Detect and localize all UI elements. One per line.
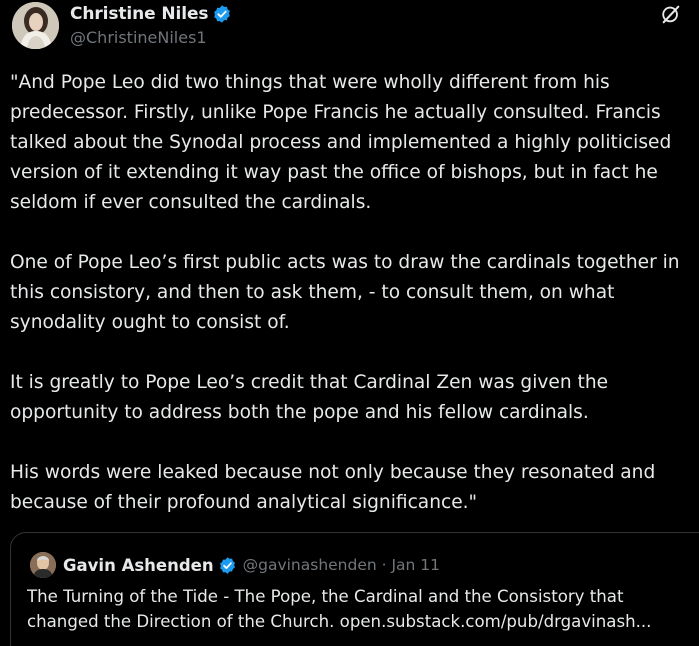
quoted-header: Gavin Ashenden @gavinashenden · Jan 11	[63, 552, 440, 578]
quoted-avatar[interactable]	[30, 552, 56, 578]
quoted-text-line-2: changed the Direction of the Church. ope…	[27, 612, 652, 631]
quoted-text-line-1: The Turning of the Tide - The Pope, the …	[27, 587, 624, 606]
quoted-tweet-card[interactable]: Gavin Ashenden @gavinashenden · Jan 11 T…	[10, 532, 699, 646]
avatar[interactable]	[12, 2, 59, 49]
tweet-text: "And Pope Leo did two things that were w…	[10, 72, 680, 513]
quoted-handle-date[interactable]: @gavinashenden · Jan 11	[243, 556, 440, 574]
author-display-name[interactable]: Christine Niles	[70, 4, 209, 24]
author-name-row[interactable]: Christine Niles	[70, 2, 232, 26]
author-handle[interactable]: @ChristineNiles1	[70, 28, 207, 47]
verified-badge-icon	[218, 556, 237, 575]
quoted-text: The Turning of the Tide - The Pope, the …	[27, 584, 687, 634]
quoted-display-name[interactable]: Gavin Ashenden	[63, 556, 214, 575]
verified-badge-icon	[212, 4, 232, 24]
grok-icon[interactable]	[660, 3, 682, 25]
